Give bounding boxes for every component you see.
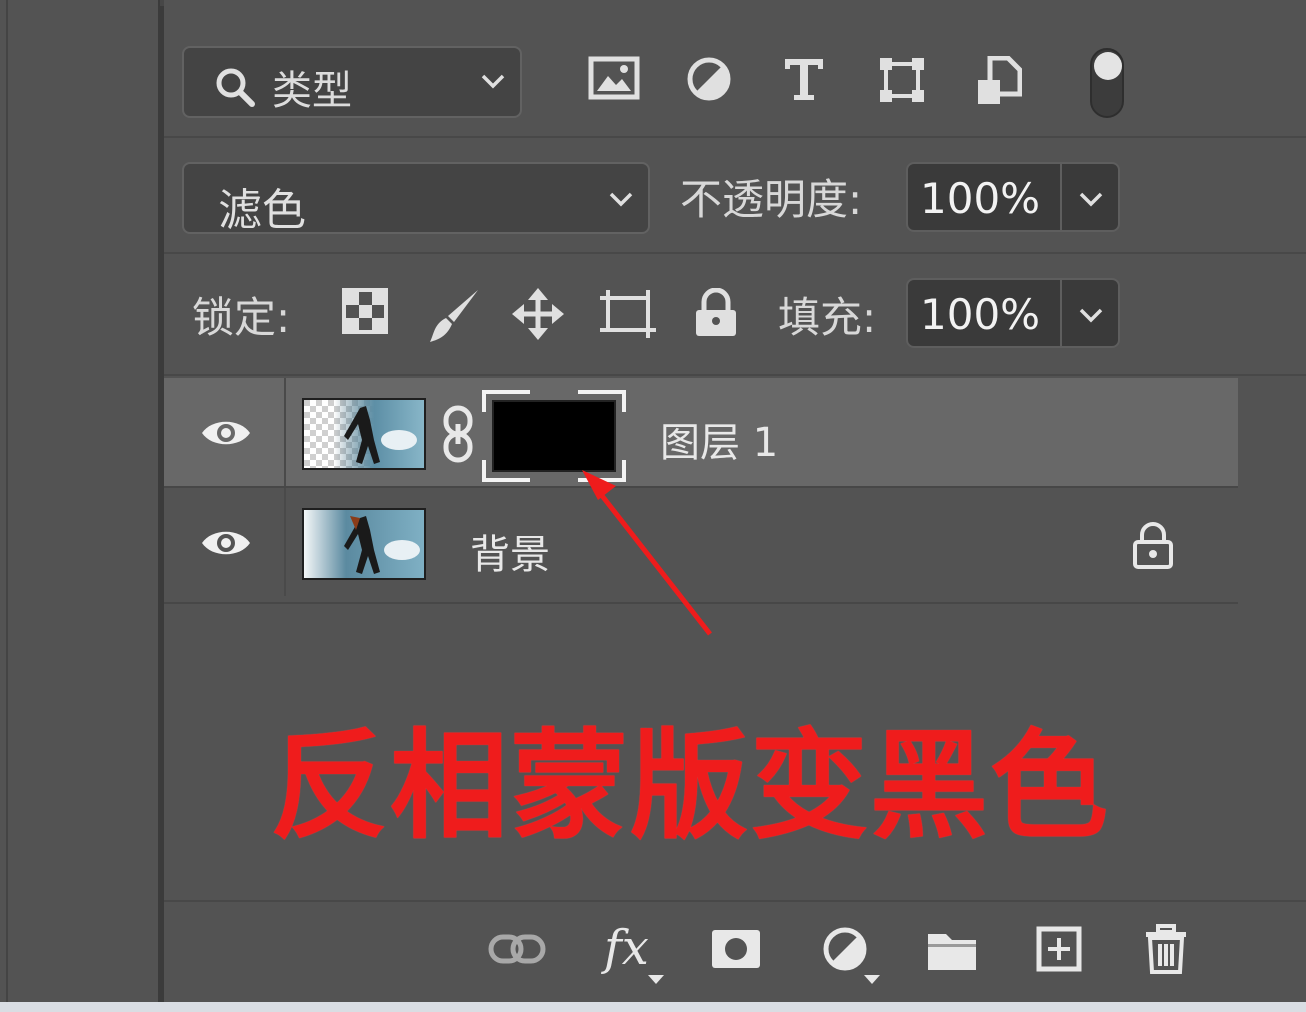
layer-name[interactable]: 背景 (470, 522, 550, 580)
lock-all-icon[interactable] (694, 287, 738, 342)
link-chain-icon[interactable] (442, 404, 474, 468)
chevron-down-icon (480, 72, 506, 94)
type-layer-filter-icon[interactable] (782, 56, 826, 106)
fill-value[interactable]: 100% (920, 290, 1040, 339)
fill-field[interactable]: 100% (906, 278, 1120, 348)
eye-icon[interactable] (200, 416, 252, 454)
layer-thumbnail[interactable] (302, 508, 426, 580)
row-separator (164, 602, 1238, 604)
layer-mask-thumbnail[interactable] (482, 390, 626, 482)
chevron-down-icon (608, 190, 634, 212)
gutter-line (6, 0, 8, 1002)
divider (164, 900, 1306, 902)
lock-label: 锁定: (192, 293, 291, 342)
chevron-down-icon[interactable] (1078, 306, 1104, 328)
layer-row-layer-1[interactable]: 图层 1 (164, 378, 1238, 486)
new-group-folder-icon[interactable] (926, 928, 978, 976)
field-separator (1060, 164, 1062, 230)
visibility-column (164, 488, 286, 596)
annotation-text: 反相蒙版变黑色 (270, 717, 1111, 855)
fill-label: 填充: (778, 293, 877, 342)
link-layers-icon[interactable] (488, 932, 546, 970)
toggle-knob (1094, 52, 1122, 80)
lock-transparent-pixels-icon[interactable] (342, 288, 388, 338)
blend-mode-value: 滤色 (218, 185, 306, 236)
field-separator (1060, 280, 1062, 346)
opacity-label: 不透明度: (680, 175, 863, 224)
opacity-value[interactable]: 100% (920, 174, 1040, 223)
new-adjustment-layer-icon[interactable] (822, 926, 868, 976)
chevron-down-icon[interactable] (1078, 190, 1104, 212)
layer-row-background[interactable]: 背景 (164, 488, 1238, 596)
opacity-field[interactable]: 100% (906, 162, 1120, 232)
blend-mode-select[interactable]: 滤色 (182, 162, 650, 236)
divider (164, 374, 1306, 376)
add-mask-icon[interactable] (710, 928, 762, 974)
layer-name[interactable]: 图层 1 (660, 410, 778, 468)
lock-icon[interactable] (1132, 522, 1174, 574)
lock-artboard-icon[interactable] (598, 288, 658, 344)
dropdown-triangle-icon (864, 970, 880, 989)
divider (164, 136, 1306, 138)
pixel-layer-filter-icon[interactable] (588, 56, 640, 104)
divider (164, 252, 1306, 254)
trash-delete-icon[interactable] (1144, 924, 1188, 978)
layer-filter-select[interactable]: 类型 (182, 46, 522, 118)
visibility-column (164, 378, 286, 486)
filter-toggle[interactable] (1090, 48, 1124, 118)
filter-type-label: 类型 (272, 68, 352, 114)
layers-panel: 类型 滤色 不透明度: 100% 锁定: 填充: 100% 图层 1 背景 反相… (164, 0, 1306, 1002)
dropdown-triangle-icon (648, 970, 664, 989)
eye-icon[interactable] (200, 526, 252, 564)
search-icon (214, 66, 256, 112)
lock-image-pixels-brush-icon[interactable] (426, 288, 482, 348)
layer-style-fx-button[interactable]: fx (604, 920, 649, 976)
smart-object-filter-icon[interactable] (976, 55, 1023, 110)
adjustment-layer-filter-icon[interactable] (686, 56, 732, 106)
shape-layer-filter-icon[interactable] (878, 56, 926, 108)
bottom-strip (0, 1002, 1306, 1012)
new-layer-icon[interactable] (1036, 926, 1082, 976)
layer-thumbnail[interactable] (302, 398, 426, 470)
lock-position-move-icon[interactable] (512, 288, 564, 344)
left-gutter (0, 0, 164, 1002)
